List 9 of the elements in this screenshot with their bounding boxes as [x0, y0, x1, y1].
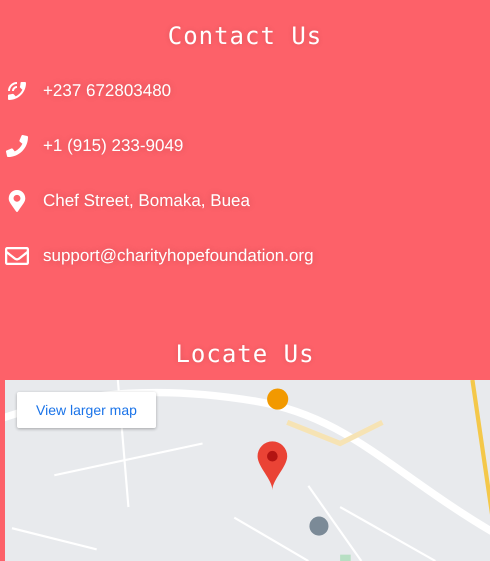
contact-text: Chef Street, Bomaka, Buea — [43, 190, 250, 210]
contact-text: +1 (915) 233-9049 — [43, 136, 184, 156]
contact-text: support@charityhopefoundation.org — [43, 246, 314, 266]
phone-icon — [6, 134, 28, 156]
location-pin-icon — [6, 190, 28, 212]
contact-text: +237 672803480 — [43, 80, 172, 100]
view-larger-map-button[interactable]: View larger map — [17, 392, 156, 428]
section-title: Contact Us — [168, 22, 322, 50]
section-title: Locate Us — [175, 340, 315, 368]
